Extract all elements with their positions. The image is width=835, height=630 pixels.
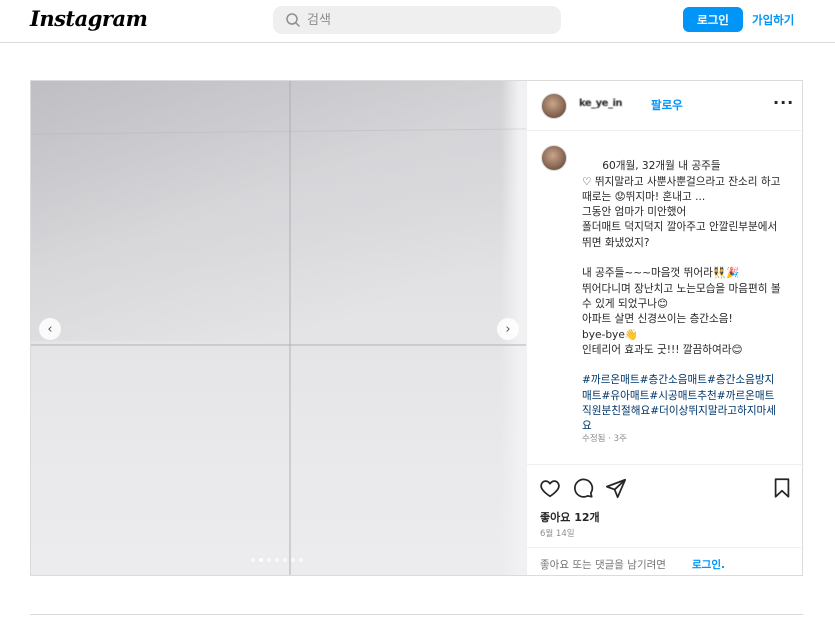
carousel-prev-button[interactable]: ‹ <box>39 318 61 340</box>
comment-prompt: 좋아요 또는 댓글을 남기려면 <box>540 559 666 571</box>
carousel-dot <box>283 558 287 562</box>
bookmark-icon <box>774 478 790 498</box>
signup-link[interactable]: 가입하기 <box>752 12 794 28</box>
carousel-dot <box>259 558 263 562</box>
avatar[interactable] <box>541 93 567 119</box>
instagram-logo[interactable]: Instagram <box>30 6 148 31</box>
save-button[interactable] <box>771 477 793 499</box>
carousel-dot <box>251 558 255 562</box>
post-date: 6월 14일 <box>540 529 575 539</box>
search-input[interactable] <box>307 6 547 34</box>
carousel-indicator <box>251 558 303 562</box>
divider <box>30 614 803 615</box>
top-bar: Instagram 로그인 가입하기 <box>0 0 835 43</box>
post-header: ke_ye_in 팔로우 ··· <box>527 81 804 131</box>
carousel-next-button[interactable]: › <box>497 318 519 340</box>
carousel-dot <box>299 558 303 562</box>
edited-timestamp: 수정됨 · 3주 <box>582 434 627 444</box>
carousel-dot <box>267 558 271 562</box>
more-options-icon[interactable]: ··· <box>773 93 794 112</box>
likes-count[interactable]: 좋아요 12개 <box>540 509 600 525</box>
caption-avatar[interactable] <box>541 145 567 171</box>
comment-icon <box>574 478 594 498</box>
share-icon <box>605 478 627 499</box>
comment-login-link[interactable]: 로그인. <box>692 557 725 572</box>
search-box[interactable] <box>273 6 561 34</box>
comment-button[interactable] <box>572 477 594 499</box>
share-button[interactable] <box>605 477 627 499</box>
chevron-left-icon: ‹ <box>47 321 53 337</box>
post-actions <box>527 464 804 512</box>
caption-hashtags[interactable]: #까르온매트#층간소음매트#층간소음방지매트#유아매트#시공매트추천#까르온매트… <box>582 374 776 432</box>
follow-button[interactable]: 팔로우 <box>651 97 683 113</box>
search-icon <box>286 13 300 27</box>
carousel-dot <box>275 558 279 562</box>
post-photo <box>31 81 526 575</box>
chevron-right-icon: › <box>505 321 511 337</box>
post-side-panel: ke_ye_in 팔로우 ··· 60개월, 32개월 내 공주들 ♡ 뛰지말라… <box>526 81 804 575</box>
caption-text: 60개월, 32개월 내 공주들 ♡ 뛰지말라고 사뿐사뿐걸으라고 잔소리 하고… <box>582 160 781 356</box>
username[interactable]: ke_ye_in <box>579 98 623 109</box>
carousel-dot <box>291 558 295 562</box>
comment-bar: 좋아요 또는 댓글을 남기려면 로그인. <box>527 547 804 575</box>
post-media-carousel[interactable]: ‹ › <box>31 81 526 575</box>
login-button[interactable]: 로그인 <box>683 7 743 32</box>
post-container: ‹ › ke_ye_in 팔로우 ··· 60개월, 32개월 내 공주들 ♡ … <box>30 80 804 576</box>
like-button[interactable] <box>539 477 561 499</box>
post-caption: 60개월, 32개월 내 공주들 ♡ 뛰지말라고 사뿐사뿐걸으라고 잔소리 하고… <box>582 144 782 450</box>
heart-icon <box>540 480 560 498</box>
